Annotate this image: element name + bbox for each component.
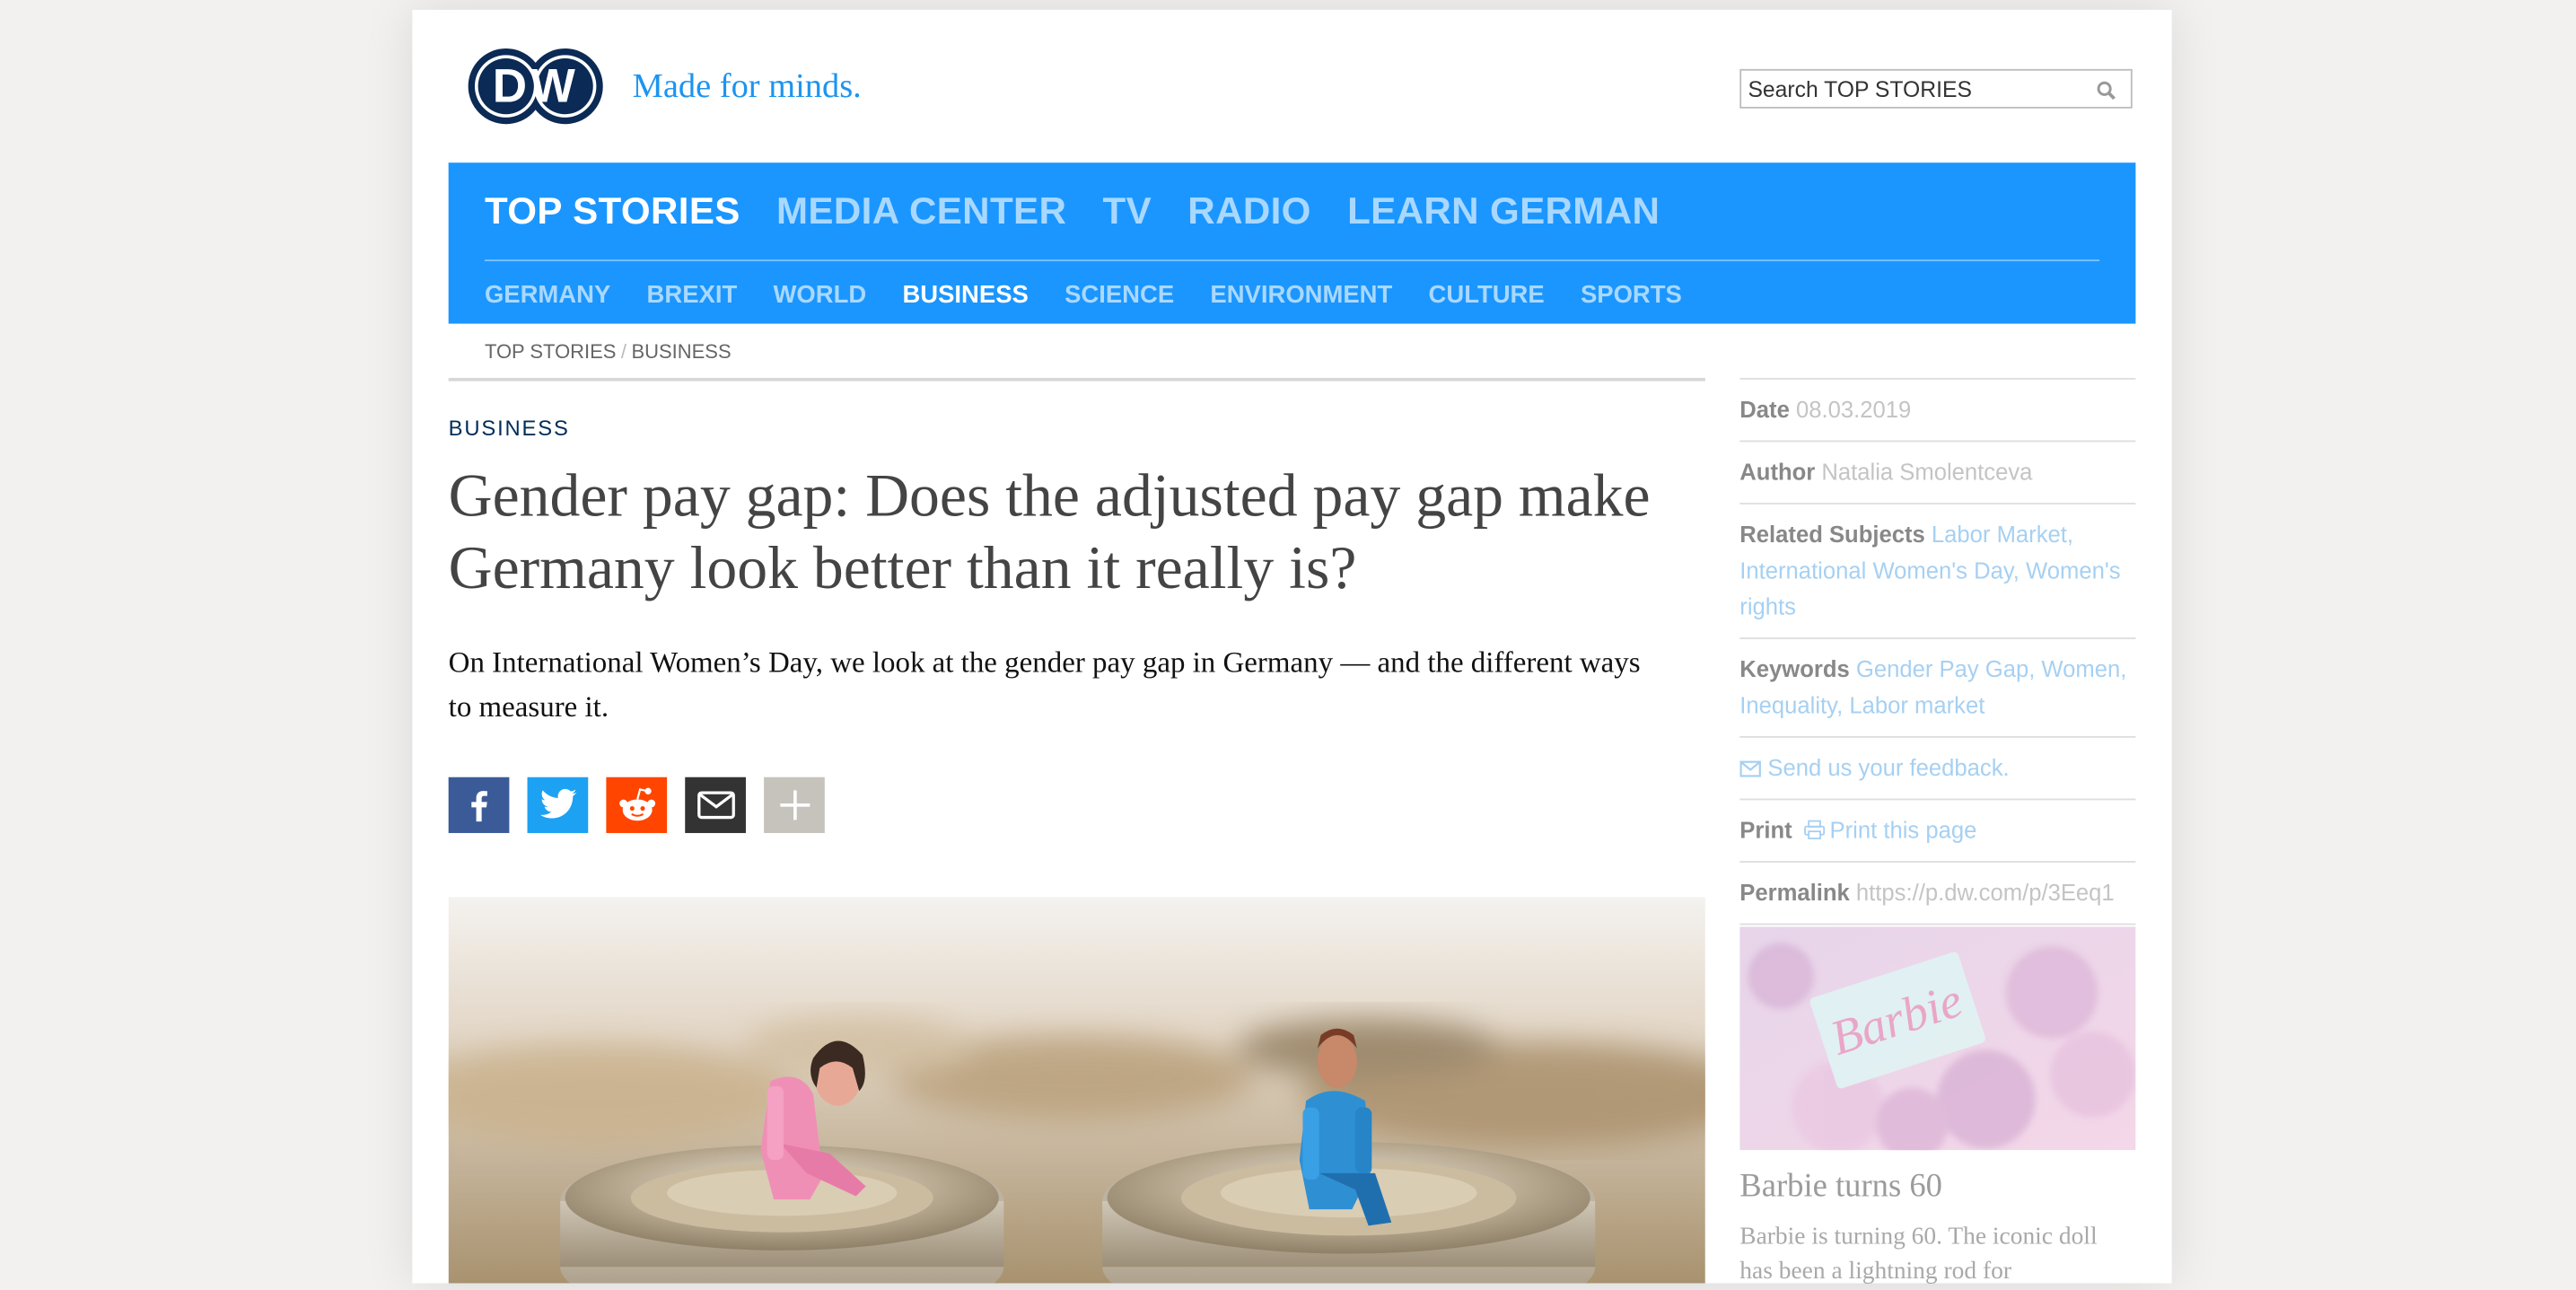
nav-radio[interactable]: RADIO	[1187, 189, 1311, 233]
meta-related-label: Related Subjects	[1739, 521, 1925, 548]
feedback-link[interactable]: Send us your feedback.	[1767, 754, 2009, 780]
subnav-science[interactable]: SCIENCE	[1065, 281, 1174, 309]
envelope-icon	[1739, 760, 1761, 777]
subnav-culture[interactable]: CULTURE	[1429, 281, 1545, 309]
breadcrumb: TOP STORIES / BUSINESS	[485, 340, 732, 364]
breadcrumb-business[interactable]: BUSINESS	[632, 340, 732, 364]
share-twitter-button[interactable]	[527, 777, 589, 833]
print-page-link[interactable]: Print this page	[1830, 817, 1977, 843]
meta-permalink: Permalink https://p.dw.com/p/3Eeq1	[1739, 861, 2136, 924]
article-kicker[interactable]: BUSINESS	[449, 416, 570, 440]
secondary-nav: GERMANY BREXIT WORLD BUSINESS SCIENCE EN…	[485, 281, 1718, 309]
share-email-button[interactable]	[685, 777, 746, 833]
dw-logo[interactable]: DW	[465, 44, 609, 127]
keyword-link-gender-pay-gap[interactable]: Gender Pay Gap	[1856, 655, 2028, 681]
search-input[interactable]	[1748, 74, 2085, 104]
printer-icon	[1803, 820, 1825, 839]
nav-top-stories[interactable]: TOP STORIES	[485, 189, 740, 233]
reddit-icon	[618, 787, 655, 821]
meta-author-label: Author	[1739, 458, 1816, 485]
related-link-labor-market[interactable]: Labor Market	[1932, 521, 2067, 547]
article-teaser: On International Women’s Day, we look at…	[448, 645, 1641, 724]
content-divider	[448, 377, 1705, 382]
meta-feedback: Send us your feedback.	[1739, 735, 2136, 799]
related-link-womens-day[interactable]: International Women's Day	[1739, 557, 2012, 583]
article-meta: Date 08.03.2019 Author Natalia Smolentce…	[1739, 377, 2136, 926]
keyword-link-labor-market[interactable]: Labor market	[1849, 692, 1985, 718]
meta-keywords: Keywords Gender Pay Gap, Women, Inequali…	[1739, 637, 2136, 736]
subnav-brexit[interactable]: BREXIT	[647, 281, 738, 309]
article-headline: Gender pay gap: Does the adjusted pay ga…	[448, 463, 1651, 603]
nav-media-center[interactable]: MEDIA CENTER	[776, 189, 1066, 233]
article-hero-image[interactable]	[448, 897, 1705, 1284]
meta-print-label: Print	[1739, 816, 1792, 843]
promo-image[interactable]: Barbie	[1739, 926, 2136, 1151]
meta-keywords-label: Keywords	[1739, 655, 1850, 682]
meta-date-value: 08.03.2019	[1795, 396, 1912, 423]
main-navigation: TOP STORIES MEDIA CENTER TV RADIO LEARN …	[448, 162, 2136, 324]
subnav-environment[interactable]: ENVIRONMENT	[1210, 281, 1392, 309]
facebook-icon	[470, 791, 486, 822]
twitter-icon	[539, 788, 576, 819]
meta-date: Date 08.03.2019	[1739, 377, 2136, 441]
meta-related-subjects: Related Subjects Labor Market, Internati…	[1739, 503, 2136, 637]
share-facebook-button[interactable]	[448, 777, 510, 833]
meta-print: Print Print this page	[1739, 798, 2136, 862]
search-box[interactable]	[1739, 68, 2133, 109]
breadcrumb-separator: /	[620, 339, 627, 364]
share-reddit-button[interactable]	[606, 777, 668, 833]
meta-bottom-divider	[1739, 923, 2136, 926]
meta-date-label: Date	[1739, 396, 1790, 423]
keyword-link-women[interactable]: Women	[2041, 655, 2120, 681]
subnav-world[interactable]: WORLD	[773, 281, 866, 309]
permalink-value[interactable]: https://p.dw.com/p/3Eeq1	[1856, 879, 2115, 905]
nav-tv[interactable]: TV	[1103, 189, 1152, 233]
subnav-germany[interactable]: GERMANY	[485, 281, 610, 309]
share-more-button[interactable]	[764, 777, 825, 833]
search-icon[interactable]	[2096, 81, 2116, 101]
nav-divider	[484, 259, 2100, 262]
meta-permalink-label: Permalink	[1739, 879, 1850, 906]
promo-text: Barbie is turning 60. The iconic doll ha…	[1739, 1224, 2098, 1286]
subnav-sports[interactable]: SPORTS	[1581, 281, 1682, 309]
share-bar	[448, 777, 843, 833]
primary-nav: TOP STORIES MEDIA CENTER TV RADIO LEARN …	[485, 189, 1696, 233]
keyword-link-inequality[interactable]: Inequality	[1739, 692, 1836, 718]
tagline: Made for minds.	[632, 66, 862, 106]
subnav-business[interactable]: BUSINESS	[902, 281, 1028, 309]
meta-author-value: Natalia Smolentceva	[1821, 458, 2033, 485]
nav-learn-german[interactable]: LEARN GERMAN	[1347, 189, 1660, 233]
meta-author: Author Natalia Smolentceva	[1739, 440, 2136, 504]
promo-title[interactable]: Barbie turns 60	[1739, 1168, 1942, 1206]
plus-icon	[779, 790, 810, 821]
breadcrumb-top-stories[interactable]: TOP STORIES	[485, 340, 616, 364]
email-icon	[697, 791, 734, 820]
svg-text:DW: DW	[493, 59, 579, 112]
